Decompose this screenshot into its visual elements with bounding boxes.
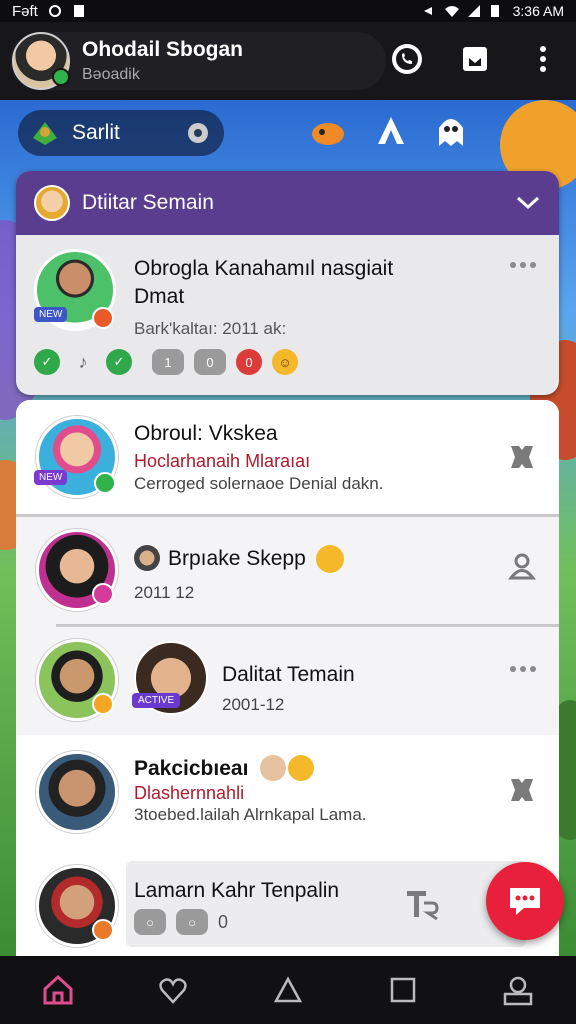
list-item[interactable]: ACTIVE Dalitat Temain 2001-12: [16, 627, 559, 735]
reaction-icon[interactable]: ✓: [34, 349, 60, 375]
list-item[interactable]: Brpıake Skepp 2011 12: [16, 517, 559, 627]
message-preview: 3toebed.lailah Alrnkapal Lama.: [134, 805, 367, 824]
nav-profile[interactable]: [494, 966, 542, 1014]
heart-icon: [159, 978, 187, 1004]
reaction-icon[interactable]: 0: [236, 349, 262, 375]
conversation-list: NEW Obroul: Vkskea Hoclarhanaih Mlaraıaı…: [16, 400, 559, 956]
emoji-icon[interactable]: ☺: [272, 349, 298, 375]
list-item[interactable]: Lamarn Kahr Tenpalin ○ ○ 0: [16, 855, 559, 956]
reaction-icon[interactable]: ○: [134, 909, 166, 935]
avatar[interactable]: [12, 32, 70, 90]
status-badge: [94, 472, 116, 494]
message-preview: Cerroged solernaoe Denial dakn.: [134, 474, 384, 493]
list-item[interactable]: NEW Obroul: Vkskea Hoclarhanaih Mlaraıaı…: [16, 400, 559, 514]
home-icon: [43, 974, 73, 1005]
item-title-line2: Dmat: [134, 285, 185, 308]
square-icon: [390, 977, 416, 1003]
chip-row: ○ ○ 0: [134, 909, 228, 935]
battery-icon: [490, 4, 504, 18]
scene-label: Sarlit: [72, 121, 120, 144]
mini-avatar: [134, 545, 160, 571]
new-badge: NEW: [34, 470, 68, 485]
translate-icon[interactable]: [404, 887, 440, 921]
app-header: Ohodail Sbogan Bəoadik: [0, 22, 576, 100]
status-badge: [92, 919, 114, 941]
group-header[interactable]: Dtiitar Semain: [16, 171, 559, 235]
more-vertical-icon: [540, 46, 546, 72]
list-item[interactable]: Pakcicbıeaı Dlashernnahli 3toebed.lailah…: [16, 735, 559, 855]
reaction-row: ✓ ♪ ✓ 1 0 0 ☺: [34, 349, 308, 375]
signal-icon: [467, 4, 481, 18]
controller-icon: [463, 47, 487, 71]
contact-name: Brpıake Skepp: [168, 547, 306, 570]
page-subtitle: Bəoadik: [82, 66, 140, 83]
compass-icon: [273, 976, 303, 1003]
contact-name: Dalitat Temain: [222, 663, 355, 686]
status-carrier: Fəft: [12, 2, 38, 20]
nav-favorites[interactable]: [149, 966, 197, 1014]
scene-icons: [310, 114, 466, 148]
emoji-icon: [260, 755, 286, 781]
contact-status: Dlashernnahli: [134, 783, 245, 803]
chevron-down-icon[interactable]: [515, 195, 541, 211]
sync-icon: [48, 4, 62, 18]
gear-icon[interactable]: [184, 119, 212, 147]
wifi-icon: [444, 4, 459, 18]
contact-name: Lamarn Kahr Tenpalin: [134, 879, 340, 902]
status-badge: [92, 307, 114, 329]
timestamp: 2001-12: [222, 695, 285, 714]
status-time: 3:36 AM: [512, 3, 564, 19]
mute-icon: [421, 4, 435, 18]
reaction-icon[interactable]: ○: [176, 909, 208, 935]
contact-name: Pakcicbıeaı: [134, 757, 249, 780]
nav-explore[interactable]: [264, 966, 312, 1014]
new-message-button[interactable]: [486, 862, 564, 940]
user-icon[interactable]: [507, 551, 537, 581]
bottom-navigation: [0, 956, 576, 1024]
active-badge: ACTIVE: [132, 693, 181, 708]
timestamp: 2011 12: [134, 583, 195, 602]
chip-count: 0: [218, 911, 229, 932]
call-button[interactable]: [388, 40, 426, 78]
page-title: Ohodail Sbogan: [82, 38, 243, 61]
scene-selector[interactable]: Sarlit: [18, 110, 224, 156]
status-badge: [92, 583, 114, 605]
ghost-icon[interactable]: [436, 114, 466, 148]
letter-a-icon[interactable]: [374, 114, 408, 148]
group-title: Dtiitar Semain: [82, 191, 214, 214]
nav-home[interactable]: [34, 966, 82, 1014]
reaction-icon[interactable]: ✓: [106, 349, 132, 375]
new-badge: NEW: [34, 307, 68, 322]
reaction-icon[interactable]: ♪: [70, 349, 96, 375]
puzzle-icon[interactable]: [507, 442, 537, 472]
more-horizontal-icon[interactable]: [509, 665, 537, 673]
status-badge: [92, 693, 114, 715]
online-status-dot: [52, 68, 70, 86]
more-horizontal-icon[interactable]: [509, 261, 537, 269]
item-title-line1: Obrogla Kanahamıl nasgiait: [134, 257, 394, 280]
contact-name: Obroul: Vkskea: [134, 422, 278, 445]
more-options-button[interactable]: [524, 40, 562, 78]
group-avatar: [34, 185, 70, 221]
notification-icon: [72, 4, 86, 18]
group-item[interactable]: NEW Obrogla Kanahamıl nasgiait Dmat Bark…: [16, 235, 559, 395]
group-card[interactable]: Dtiitar Semain NEW Obrogla Kanahamıl nas…: [16, 171, 559, 395]
reaction-icon[interactable]: 0: [194, 349, 226, 375]
emoji-icon: [288, 755, 314, 781]
puzzle-icon[interactable]: [507, 775, 537, 805]
emoji-icon: [316, 545, 344, 573]
status-bar: Fəft 3:36 AM: [0, 0, 576, 22]
map-icon: [33, 122, 57, 145]
avatar[interactable]: [36, 751, 118, 833]
nav-library[interactable]: [379, 966, 427, 1014]
fox-icon[interactable]: [310, 116, 346, 146]
contact-status: Hoclarhanaih Mlaraıaı: [134, 451, 311, 471]
profile-icon: [504, 976, 533, 1006]
phone-icon: [392, 44, 422, 74]
game-button[interactable]: [456, 40, 494, 78]
chat-icon: [510, 888, 540, 915]
item-meta: Bark'kaltaı: 2011 ak:: [134, 319, 287, 338]
reaction-icon[interactable]: 1: [152, 349, 184, 375]
